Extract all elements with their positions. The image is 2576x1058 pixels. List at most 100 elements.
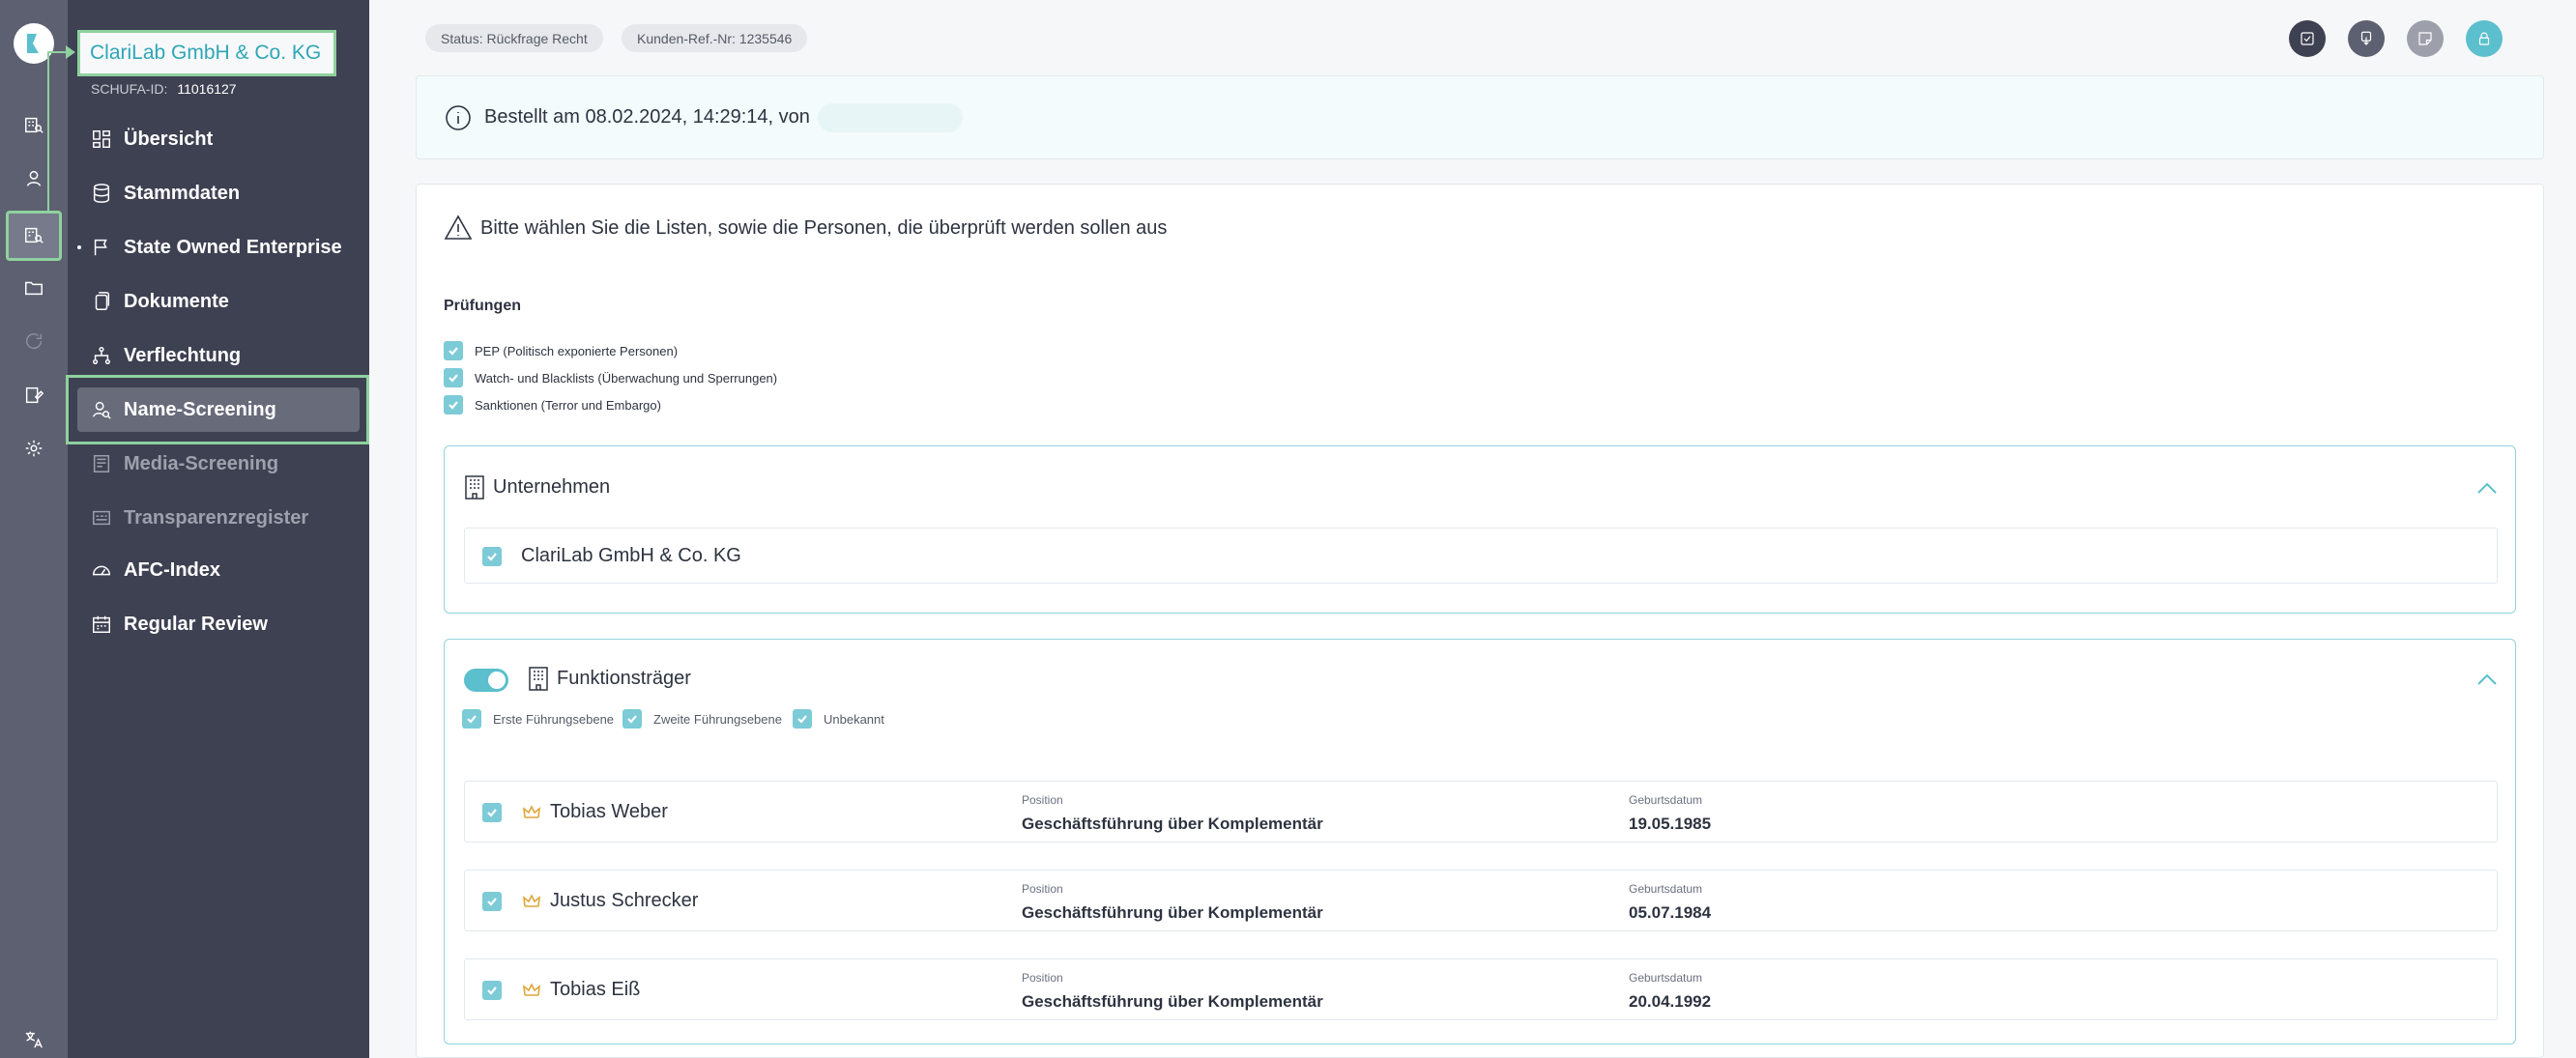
checkbox-checked-icon[interactable]: [444, 368, 463, 387]
sidebar-item-media-screening: Media-Screening: [77, 442, 360, 486]
crown-icon: [523, 982, 540, 996]
sidebar-item-label: Transparenzregister: [124, 506, 309, 529]
newspaper-icon: [93, 455, 110, 472]
screening-card: Bitte wählen Sie die Listen, sowie die P…: [416, 184, 2544, 1058]
level-first[interactable]: Erste Führungsebene: [462, 709, 614, 729]
person-name: Tobias Weber: [523, 801, 668, 823]
person-row[interactable]: Tobias Weber Position Geschäftsführung ü…: [464, 781, 2498, 843]
sidebar-item-uebersicht[interactable]: Übersicht: [77, 117, 360, 161]
sidebar-item-label: AFC-Index: [124, 558, 220, 581]
check-pep[interactable]: PEP (Politisch exponierte Personen): [444, 341, 678, 360]
logo-icon: [27, 34, 39, 53]
checklist-button[interactable]: [2289, 20, 2326, 57]
position-value: Geschäftsführung über Komplementär: [1022, 903, 1323, 922]
position-label: Position: [1022, 882, 1063, 896]
building-icon: [529, 667, 548, 691]
dashboard-icon: [93, 130, 110, 148]
lock-button[interactable]: [2466, 20, 2503, 57]
download-button[interactable]: [2348, 20, 2385, 57]
register-icon: [93, 510, 110, 526]
active-item-highlight: [66, 375, 369, 444]
position-label: Position: [1022, 793, 1063, 807]
officers-toggle[interactable]: [464, 669, 508, 692]
checkbox-checked-icon[interactable]: [444, 395, 463, 415]
birth-value: 05.07.1984: [1629, 903, 1712, 922]
company-row-name: ClariLab GmbH & Co. KG: [521, 545, 741, 566]
check-watchlists[interactable]: Watch- und Blacklists (Überwachung und S…: [444, 368, 777, 387]
person-row[interactable]: Tobias Eiß Position Geschäftsführung übe…: [464, 958, 2498, 1020]
check-label: Watch- und Blacklists (Überwachung und S…: [475, 370, 778, 386]
checkbox-checked-icon[interactable]: [482, 981, 502, 1000]
checklist-icon: [2301, 32, 2314, 45]
crown-icon: [523, 804, 540, 818]
officers-section-title: Funktionsträger: [526, 665, 691, 692]
sidebar-item-label: Regular Review: [124, 613, 268, 635]
sidebar-item-label: Stammdaten: [124, 182, 241, 204]
person-name: Tobias Eiß: [523, 979, 640, 1001]
sidebar-item-regular-review[interactable]: Regular Review: [77, 602, 360, 646]
sidebar-item-label: Übersicht: [124, 128, 214, 150]
position-label: Position: [1022, 971, 1063, 985]
level-label: Erste Führungsebene: [493, 711, 615, 727]
check-label: PEP (Politisch exponierte Personen): [475, 343, 679, 358]
refresh-icon: [17, 325, 50, 357]
calendar-icon: [93, 615, 110, 633]
checkbox-checked-icon[interactable]: [482, 547, 502, 566]
translate-icon[interactable]: [17, 1023, 50, 1056]
level-label: Unbekannt: [824, 711, 884, 727]
signature-icon[interactable]: [17, 379, 50, 412]
order-info-card: Bestellt am 08.02.2024, 14:29:14, von: [416, 75, 2544, 159]
sidebar-item-transparenzregister: Transparenzregister: [77, 496, 360, 540]
sidebar-item-afc-index[interactable]: AFC-Index: [77, 548, 360, 592]
position-value: Geschäftsführung über Komplementär: [1022, 815, 1323, 833]
sidebar-item-label: Dokumente: [124, 290, 229, 312]
chevron-up-icon[interactable]: [2476, 481, 2498, 495]
company-name: ClariLab GmbH & Co. KG: [90, 42, 322, 64]
checkbox-checked-icon[interactable]: [482, 892, 502, 911]
level-unknown[interactable]: Unbekannt: [793, 709, 884, 729]
schufa-value: 11016127: [177, 81, 237, 97]
connector-line: [47, 52, 49, 213]
user-network-icon[interactable]: [17, 162, 50, 195]
icon-rail: [0, 0, 68, 1058]
company-check-icon[interactable]: [17, 218, 50, 251]
folder-icon[interactable]: [17, 272, 50, 304]
birth-value: 19.05.1985: [1629, 815, 1712, 833]
sidebar-item-stammdaten[interactable]: Stammdaten: [77, 171, 360, 215]
download-icon: [2360, 31, 2372, 45]
database-icon: [93, 184, 110, 203]
officers-section: Funktionsträger Erste Führungsebene Zwei…: [444, 639, 2516, 1044]
person-row[interactable]: Justus Schrecker Position Geschäftsführu…: [464, 870, 2498, 931]
sidebar-item-verflechtung[interactable]: Verflechtung: [77, 333, 360, 378]
checkbox-checked-icon[interactable]: [482, 803, 502, 822]
order-info-text: Bestellt am 08.02.2024, 14:29:14, von: [484, 106, 810, 128]
level-second[interactable]: Zweite Führungsebene: [622, 709, 782, 729]
check-label: Sanktionen (Terror und Embargo): [475, 397, 661, 413]
building-search-icon[interactable]: [17, 108, 50, 141]
note-icon: [2418, 32, 2432, 45]
redacted-user: [817, 102, 963, 132]
level-label: Zweite Führungsebene: [653, 711, 782, 727]
chevron-up-icon[interactable]: [2476, 672, 2498, 686]
gear-icon[interactable]: [17, 432, 50, 465]
person-name-text: Tobias Eiß: [550, 979, 641, 1000]
documents-icon: [95, 292, 110, 310]
section-title-text: Unternehmen: [493, 475, 611, 498]
sidebar-item-state-owned-enterprise[interactable]: State Owned Enterprise: [77, 225, 360, 270]
company-row[interactable]: ClariLab GmbH & Co. KG: [464, 528, 2498, 584]
checkbox-checked-icon[interactable]: [444, 341, 463, 360]
reference-badge: Kunden-Ref.-Nr: 1235546: [622, 24, 808, 52]
company-title-box[interactable]: ClariLab GmbH & Co. KG: [77, 30, 336, 76]
checkbox-checked-icon[interactable]: [462, 709, 481, 729]
birth-label: Geburtsdatum: [1629, 971, 1703, 985]
company-section: Unternehmen ClariLab GmbH & Co. KG: [444, 445, 2516, 614]
sidebar-item-dokumente[interactable]: Dokumente: [77, 279, 360, 324]
checkbox-checked-icon[interactable]: [622, 709, 642, 729]
note-button[interactable]: [2407, 20, 2444, 57]
lock-icon: [2478, 32, 2490, 45]
company-section-title: Unternehmen: [462, 473, 610, 500]
instruction-text: Bitte wählen Sie die Listen, sowie die P…: [480, 216, 1168, 239]
warning-icon: [444, 214, 473, 240]
check-sanctions[interactable]: Sanktionen (Terror und Embargo): [444, 395, 661, 415]
checkbox-checked-icon[interactable]: [793, 709, 812, 729]
